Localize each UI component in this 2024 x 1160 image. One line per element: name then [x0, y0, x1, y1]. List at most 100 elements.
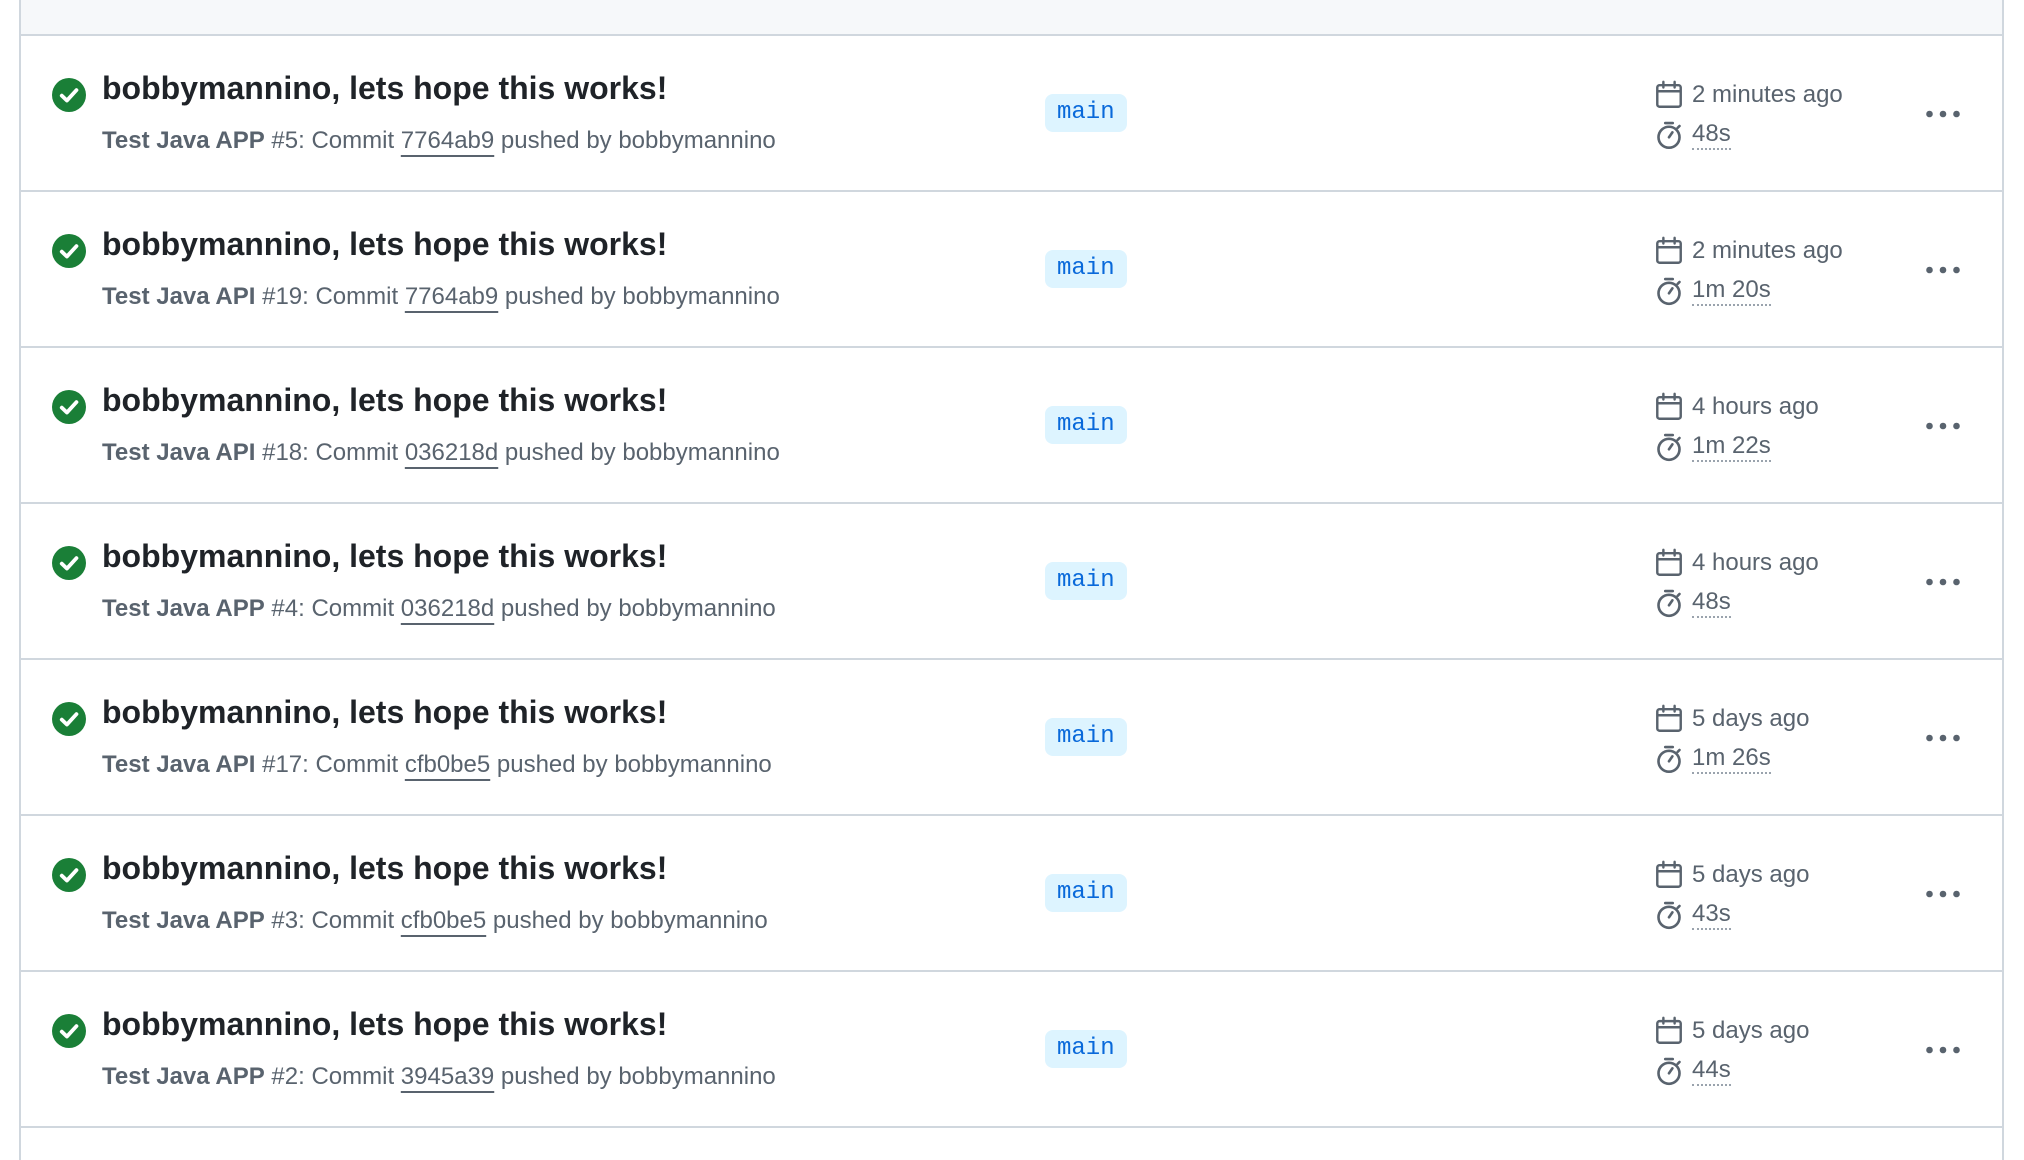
commit-link[interactable]: 036218d [405, 439, 498, 466]
run-title-link[interactable]: bobbymannino, lets hope this works! [102, 382, 667, 419]
run-time-ago: 4 hours ago [1654, 546, 1819, 580]
time-ago-text: 4 hours ago [1692, 393, 1819, 420]
workflow-run-row[interactable]: bobbymannino, lets hope this works! Test… [21, 192, 2002, 348]
run-title-link[interactable]: bobbymannino, lets hope this works! [102, 694, 667, 731]
stopwatch-icon [1657, 1057, 1681, 1086]
calendar-icon [1656, 548, 1682, 576]
run-meta: Test Java APP #3: Commit cfb0be5 pushed … [102, 907, 768, 935]
run-number: #2 [271, 1063, 299, 1090]
check-circle-fill-icon [52, 390, 86, 424]
kebab-horizontal-icon [1926, 422, 1960, 430]
workflow-name: Test Java API [102, 439, 256, 466]
duration-text: 44s [1692, 1056, 1731, 1086]
run-options-button[interactable] [1921, 1028, 1965, 1072]
commit-prefix: : Commit [298, 1063, 395, 1090]
workflow-name: Test Java APP [102, 127, 265, 154]
list-header [21, 0, 2002, 36]
commit-prefix: : Commit [298, 595, 395, 622]
run-duration: 48s [1654, 118, 1731, 152]
run-meta: Test Java APP #4: Commit 036218d pushed … [102, 595, 776, 623]
stopwatch-icon [1657, 121, 1681, 150]
calendar-icon [1656, 80, 1682, 108]
workflow-runs-list: bobbymannino, lets hope this works! Test… [19, 0, 2004, 1160]
run-title-link[interactable]: bobbymannino, lets hope this works! [102, 226, 667, 263]
run-time-ago: 2 minutes ago [1654, 234, 1843, 268]
calendar-icon [1656, 704, 1682, 732]
time-ago-text: 2 minutes ago [1692, 237, 1843, 264]
run-time-ago: 4 hours ago [1654, 390, 1819, 424]
check-circle-fill-icon [52, 78, 86, 112]
run-number: #4 [271, 595, 299, 622]
workflow-run-row[interactable]: bobbymannino, lets hope this works! Test… [21, 348, 2002, 504]
time-ago-text: 2 minutes ago [1692, 81, 1843, 108]
branch-badge[interactable]: main [1045, 406, 1127, 444]
pushed-by-text: pushed by bobbymannino [500, 127, 776, 154]
branch-badge[interactable]: main [1045, 718, 1127, 756]
run-meta: Test Java API #18: Commit 036218d pushed… [102, 439, 780, 467]
duration-text: 43s [1692, 900, 1731, 930]
run-options-button[interactable] [1921, 248, 1965, 292]
workflow-run-row[interactable]: bobbymannino, lets hope this works! Test… [21, 660, 2002, 816]
run-title-link[interactable]: bobbymannino, lets hope this works! [102, 850, 667, 887]
workflow-run-row[interactable]: bobbymannino, lets hope this works! Test… [21, 504, 2002, 660]
run-options-button[interactable] [1921, 92, 1965, 136]
stopwatch-icon [1657, 745, 1681, 774]
time-ago-text: 5 days ago [1692, 705, 1810, 732]
pushed-by-text: pushed by bobbymannino [504, 439, 780, 466]
commit-link[interactable]: cfb0be5 [401, 907, 486, 934]
branch-badge[interactable]: main [1045, 1030, 1127, 1068]
run-options-button[interactable] [1921, 872, 1965, 916]
branch-badge[interactable]: main [1045, 562, 1127, 600]
run-time-ago: 5 days ago [1654, 858, 1809, 892]
run-meta: Test Java API #17: Commit cfb0be5 pushed… [102, 751, 772, 779]
commit-prefix: : Commit [302, 283, 399, 310]
pushed-by-text: pushed by bobbymannino [496, 751, 772, 778]
run-title-link[interactable]: bobbymannino, lets hope this works! [102, 1006, 667, 1043]
branch-badge[interactable]: main [1045, 94, 1127, 132]
calendar-icon [1656, 860, 1682, 888]
commit-prefix: : Commit [298, 907, 395, 934]
commit-link[interactable]: 7764ab9 [405, 283, 498, 310]
run-duration: 1m 22s [1654, 430, 1771, 464]
duration-text: 1m 20s [1692, 276, 1771, 306]
workflow-run-row[interactable]: bobbymannino, lets hope this works! Test… [21, 816, 2002, 972]
run-options-button[interactable] [1921, 716, 1965, 760]
pushed-by-text: pushed by bobbymannino [504, 283, 780, 310]
kebab-horizontal-icon [1926, 734, 1960, 742]
run-title-link[interactable]: bobbymannino, lets hope this works! [102, 538, 667, 575]
check-circle-fill-icon [52, 1014, 86, 1048]
run-options-button[interactable] [1921, 560, 1965, 604]
run-duration: 43s [1654, 898, 1731, 932]
kebab-horizontal-icon [1926, 1046, 1960, 1054]
run-options-button[interactable] [1921, 404, 1965, 448]
workflow-run-row[interactable]: bobbymannino, lets hope this works! Test… [21, 36, 2002, 192]
workflow-name: Test Java API [102, 283, 256, 310]
runs-container: bobbymannino, lets hope this works! Test… [21, 36, 2002, 1128]
check-circle-fill-icon [52, 858, 86, 892]
stopwatch-icon [1657, 433, 1681, 462]
workflow-name: Test Java API [102, 751, 256, 778]
commit-link[interactable]: 3945a39 [401, 1063, 494, 1090]
run-time-ago: 5 days ago [1654, 1014, 1809, 1048]
commit-link[interactable]: cfb0be5 [405, 751, 490, 778]
time-ago-text: 5 days ago [1692, 1017, 1810, 1044]
run-number: #3 [271, 907, 299, 934]
commit-link[interactable]: 036218d [401, 595, 494, 622]
commit-link[interactable]: 7764ab9 [401, 127, 494, 154]
calendar-icon [1656, 392, 1682, 420]
time-ago-text: 4 hours ago [1692, 549, 1819, 576]
branch-badge[interactable]: main [1045, 874, 1127, 912]
check-circle-fill-icon [52, 546, 86, 580]
check-circle-fill-icon [52, 702, 86, 736]
duration-text: 1m 26s [1692, 744, 1771, 774]
stopwatch-icon [1657, 901, 1681, 930]
stopwatch-icon [1657, 277, 1681, 306]
branch-badge[interactable]: main [1045, 250, 1127, 288]
run-duration: 48s [1654, 586, 1731, 620]
workflow-run-row[interactable]: bobbymannino, lets hope this works! Test… [21, 972, 2002, 1128]
run-title-link[interactable]: bobbymannino, lets hope this works! [102, 70, 667, 107]
run-meta: Test Java APP #2: Commit 3945a39 pushed … [102, 1063, 776, 1091]
run-number: #17 [262, 751, 303, 778]
workflow-name: Test Java APP [102, 907, 265, 934]
pushed-by-text: pushed by bobbymannino [500, 595, 776, 622]
